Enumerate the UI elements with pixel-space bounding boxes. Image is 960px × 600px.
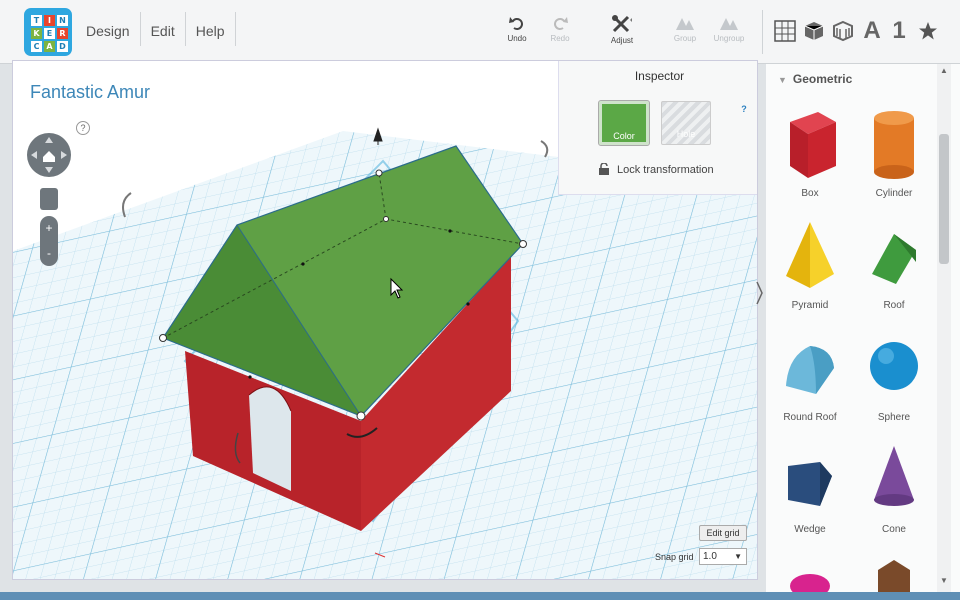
logo-letter: D (57, 41, 68, 52)
inspector-panel: Inspector ? Color Hole Lock transformati… (558, 61, 757, 195)
chevron-down-icon: ▼ (734, 552, 742, 561)
ungroup-label: Ungroup (713, 34, 745, 43)
scrollbar-thumb[interactable] (939, 134, 949, 264)
zoom-control[interactable]: + - (40, 216, 58, 266)
lock-transformation-toggle[interactable]: Lock transformation (599, 162, 714, 176)
shape-box[interactable]: Box (770, 104, 850, 199)
undo-label: Undo (507, 34, 527, 43)
logo-letter: I (44, 15, 55, 26)
main-menu: Design Edit Help (76, 12, 236, 46)
caret-down-icon: ▼ (778, 75, 787, 85)
cube-icon[interactable] (800, 16, 828, 46)
color-button[interactable]: Color (598, 100, 650, 146)
shape-label: Wedge (794, 524, 826, 535)
grid-icon[interactable] (771, 16, 799, 46)
panel-collapse-chevron-icon[interactable] (755, 278, 765, 318)
shape-label: Box (801, 188, 819, 199)
shape-roof[interactable]: Roof (854, 216, 934, 311)
scroll-down-icon[interactable]: ▼ (940, 576, 948, 585)
view-cube-icon[interactable] (40, 188, 58, 210)
hole-button[interactable]: Hole (661, 101, 711, 145)
wedge-icon (788, 462, 832, 506)
cylinder-icon (874, 111, 914, 179)
ungroup-icon (720, 18, 738, 30)
star-icon[interactable] (914, 16, 942, 46)
logo-letter: C (31, 41, 42, 52)
undo-icon (509, 17, 523, 30)
inspector-help-icon[interactable]: ? (737, 103, 751, 117)
top-toolbar: T I N K E R C A D Design Edit Help Undo … (0, 0, 960, 64)
ungroup-button[interactable]: Ungroup (706, 14, 752, 43)
shape-label: Pyramid (791, 300, 829, 311)
category-label: Geometric (792, 72, 853, 86)
sphere-icon (870, 342, 918, 390)
menu-design[interactable]: Design (76, 12, 141, 46)
logo-letter: N (57, 15, 68, 26)
shape-pyramid[interactable]: Pyramid (770, 216, 850, 311)
snap-grid-label: Snap grid (655, 552, 694, 562)
edit-grid-button[interactable]: Edit grid (699, 525, 747, 541)
taskbar-edge (0, 592, 960, 600)
logo-letter: A (44, 41, 55, 52)
shape-partial-torus[interactable] (770, 552, 850, 594)
group-button[interactable]: Group (662, 14, 708, 43)
zoom-in-button[interactable]: + (40, 216, 58, 241)
adjust-label: Adjust (610, 36, 634, 45)
torus-icon (790, 574, 830, 592)
group-icon (676, 18, 694, 30)
shape-label: Roof (883, 300, 905, 311)
scroll-up-icon[interactable]: ▲ (940, 66, 948, 75)
shape-wedge[interactable]: Wedge (770, 440, 850, 535)
toolbar-divider (762, 10, 763, 54)
redo-button[interactable]: Redo (537, 14, 583, 43)
category-geometric[interactable]: ▼ Geometric (778, 72, 852, 86)
cone-icon (874, 446, 914, 506)
redo-label: Redo (550, 34, 570, 43)
zoom-out-button[interactable]: - (40, 241, 58, 266)
snap-grid-value: 1.0 (703, 551, 717, 562)
redo-icon (554, 17, 568, 30)
menu-help[interactable]: Help (186, 12, 236, 46)
polygon-icon (878, 560, 910, 592)
design-title[interactable]: Fantastic Amur (30, 82, 150, 103)
snap-grid-select[interactable]: 1.0 ▼ (699, 548, 747, 565)
roof-icon (872, 234, 916, 284)
number-icon[interactable]: 1 (885, 16, 913, 46)
lock-label: Lock transformation (617, 164, 714, 176)
round-roof-icon (786, 346, 834, 394)
shape-sphere[interactable]: Sphere (854, 328, 934, 423)
logo-letter: K (31, 28, 42, 39)
view-help-icon[interactable]: ? (76, 121, 90, 135)
shapes-panel-scrollbar[interactable]: ▲ ▼ (937, 64, 951, 592)
tinkercad-logo[interactable]: T I N K E R C A D (24, 8, 72, 56)
inspector-title: Inspector (634, 69, 685, 83)
logo-letter: T (31, 15, 42, 26)
shapes-panel: ▼ Geometric Box Cylinder Pyramid Roof Ro… (766, 64, 960, 594)
pyramid-icon (786, 222, 834, 288)
shape-label: Cylinder (875, 188, 913, 199)
shape-partial-polygon[interactable] (854, 552, 934, 594)
shape-cone[interactable]: Cone (854, 440, 934, 535)
logo-letter: E (44, 28, 55, 39)
letter-icon[interactable]: A (858, 16, 886, 46)
workplane-viewport[interactable]: Fantastic Amur ? + - Inspector ? Color H… (12, 60, 758, 580)
hollow-cube-icon[interactable] (829, 16, 857, 46)
adjust-icon (612, 15, 632, 33)
adjust-button[interactable]: Adjust (599, 14, 645, 45)
shape-label: Cone (882, 524, 906, 535)
shape-label: Round Roof (783, 412, 837, 423)
logo-letter: R (57, 28, 68, 39)
rotate-handle-icon[interactable] (540, 140, 549, 158)
orbit-nav-control[interactable] (26, 124, 72, 182)
lock-icon (599, 162, 609, 175)
shape-label: Sphere (877, 412, 911, 423)
shape-round-roof[interactable]: Round Roof (770, 328, 850, 423)
undo-button[interactable]: Undo (494, 14, 540, 43)
group-label: Group (673, 34, 697, 43)
shape-cylinder[interactable]: Cylinder (854, 104, 934, 199)
menu-edit[interactable]: Edit (141, 12, 186, 46)
box-icon (790, 112, 836, 178)
